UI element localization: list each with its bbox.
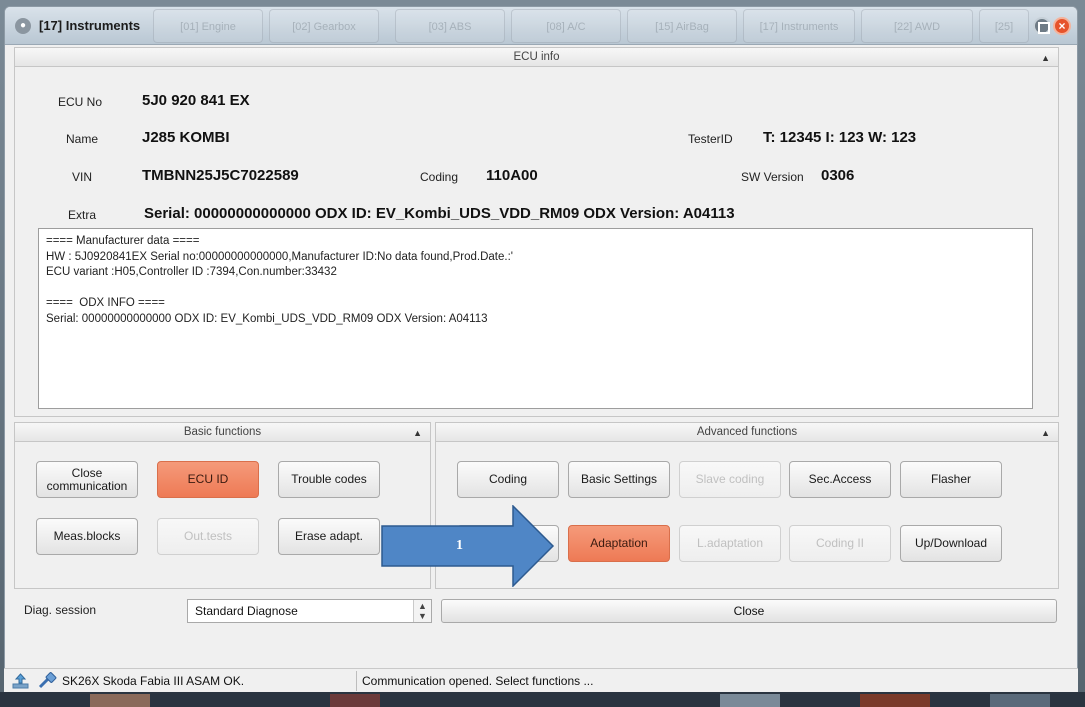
advanced-functions-header-label: Advanced functions: [696, 426, 798, 438]
status-bar: SK26X Skoda Fabia III ASAM OK. Communica…: [4, 668, 1078, 692]
ghost-tab: [17] Instruments: [743, 9, 855, 43]
coding-ii-button[interactable]: Coding II: [789, 525, 891, 562]
diag-session-label: Diag. session: [24, 603, 97, 617]
slave-coding-button[interactable]: Slave coding: [679, 461, 781, 498]
close-communication-button[interactable]: Close communication: [36, 461, 138, 498]
name-value: J285 KOMBI: [142, 129, 230, 146]
ecu-id-button[interactable]: ECU ID: [157, 461, 259, 498]
coding-label: Coding: [420, 170, 459, 184]
tester-id-value: T: 12345 I: 123 W: 123: [763, 129, 917, 146]
basic-functions-header-label: Basic functions: [183, 426, 262, 438]
title-bar[interactable]: ● [17] Instruments [01] Engine [02] Gear…: [5, 7, 1077, 45]
tester-id-label: TesterID: [688, 132, 733, 146]
basic-settings-button[interactable]: Basic Settings: [568, 461, 670, 498]
up-download-button[interactable]: Up/Download: [900, 525, 1002, 562]
sw-version-value: 0306: [821, 167, 855, 184]
taskbar-tile: [720, 694, 780, 707]
out-tests-button[interactable]: Out.tests: [157, 518, 259, 555]
ecu-info-header[interactable]: ECU info ▲: [14, 47, 1059, 67]
app-icon: ●: [15, 18, 31, 34]
extra-label: Extra: [68, 208, 97, 222]
name-label: Name: [66, 132, 99, 146]
close-icon[interactable]: ×: [1053, 17, 1071, 35]
status-vehicle-text: SK26X Skoda Fabia III ASAM OK.: [62, 674, 245, 688]
status-message-text: Communication opened. Select functions .…: [362, 674, 594, 688]
collapse-arrow-icon[interactable]: ▲: [1041, 424, 1050, 442]
ghost-tab: [01] Engine: [153, 9, 263, 43]
ghost-tab: [15] AirBag: [627, 9, 737, 43]
spinner-icon[interactable]: ▲ ▼: [413, 600, 431, 622]
collapse-arrow-icon[interactable]: ▲: [413, 424, 422, 442]
details-line: ECU variant :H05,Controller ID :7394,Con…: [46, 266, 337, 278]
instruments-window: ● [17] Instruments [01] Engine [02] Gear…: [4, 6, 1078, 692]
erase-adapt-button[interactable]: Erase adapt.: [278, 518, 380, 555]
sw-version-label: SW Version: [741, 170, 804, 184]
ghost-tab: [08] A/C: [511, 9, 621, 43]
maximize-icon[interactable]: [1033, 17, 1051, 35]
close-button[interactable]: Close: [441, 599, 1057, 623]
details-line: Serial: 00000000000000 ODX ID: EV_Kombi_…: [46, 312, 488, 325]
upload-icon[interactable]: [12, 672, 29, 689]
ecu-no-value: 5J0 920 841 EX: [142, 92, 250, 109]
ghost-tab: [25]: [979, 9, 1029, 43]
status-divider: [356, 671, 357, 691]
taskbar-tile: [860, 694, 930, 707]
taskbar-tile: [990, 694, 1050, 707]
details-line: ==== Manufacturer data ====: [46, 235, 200, 247]
meas-blocks-button[interactable]: Meas.blocks: [36, 518, 138, 555]
sec-access-button[interactable]: Sec.Access: [789, 461, 891, 498]
ecu-details-textbox[interactable]: ==== Manufacturer data ==== HW : 5J09208…: [38, 228, 1033, 409]
ecu-no-label: ECU No: [58, 95, 103, 109]
coding-button[interactable]: Coding: [457, 461, 559, 498]
details-line: [46, 281, 1025, 297]
plug-icon: [38, 672, 57, 689]
taskbar-tile: [330, 694, 380, 707]
ecu-info-group: ECU info ▲ ECU No 5J0 920 841 EX Name J2…: [14, 47, 1059, 417]
vin-label: VIN: [72, 170, 93, 184]
window-title: [17] Instruments: [39, 18, 141, 33]
diag-session-value: Standard Diagnose: [195, 604, 298, 618]
ghost-tab: [03] ABS: [395, 9, 505, 43]
taskbar-tile: [90, 694, 150, 707]
l-adaptation-button[interactable]: L.adaptation: [679, 525, 781, 562]
vin-value: TMBNN25J5C7022589: [142, 167, 299, 184]
flasher-button[interactable]: Flasher: [900, 461, 1002, 498]
trouble-codes-button[interactable]: Trouble codes: [278, 461, 380, 498]
annotation-arrow-icon: [381, 505, 555, 587]
basic-functions-group: Basic functions ▲ Close communication EC…: [14, 422, 431, 589]
annotation-number: 1: [456, 538, 463, 553]
ghost-tab: [02] Gearbox: [269, 9, 379, 43]
details-line: ==== ODX INFO ====: [46, 297, 165, 309]
basic-functions-header[interactable]: Basic functions ▲: [14, 422, 431, 442]
advanced-functions-header[interactable]: Advanced functions ▲: [435, 422, 1059, 442]
collapse-arrow-icon[interactable]: ▲: [1041, 49, 1050, 67]
diag-session-select[interactable]: Standard Diagnose ▲ ▼: [187, 599, 432, 623]
coding-value: 110A00: [486, 167, 538, 184]
ghost-tab: [22] AWD: [861, 9, 973, 43]
details-line: HW : 5J0920841EX Serial no:0000000000000…: [46, 250, 513, 263]
ecu-info-header-label: ECU info: [513, 51, 560, 63]
adaptation-button[interactable]: Adaptation: [568, 525, 670, 562]
extra-value: Serial: 00000000000000 ODX ID: EV_Kombi_…: [144, 205, 735, 222]
